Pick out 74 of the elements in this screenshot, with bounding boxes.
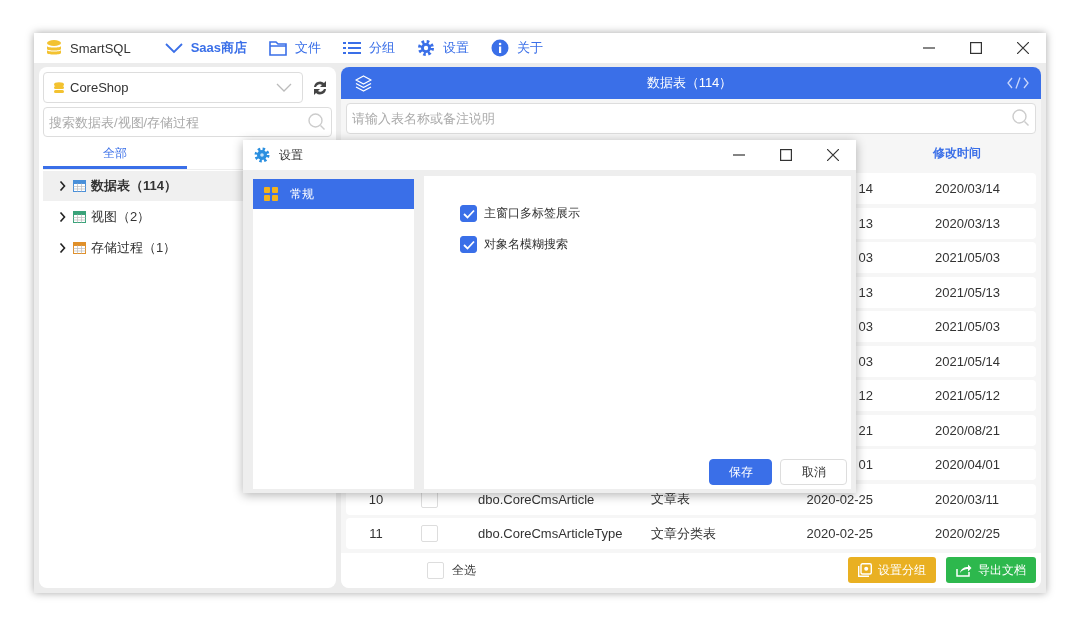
image-icon	[858, 563, 872, 578]
menu-item[interactable]: 分组	[343, 39, 396, 57]
settings-icon	[417, 39, 436, 57]
chevron-down-icon	[276, 83, 292, 92]
share-icon	[956, 563, 972, 578]
table-cell: 03	[858, 250, 873, 265]
checkbox-label: 主窗口多标签展示	[484, 205, 580, 222]
database-select[interactable]: CoreShop	[43, 72, 303, 103]
checkbox[interactable]	[460, 236, 477, 253]
close-icon[interactable]	[1016, 42, 1029, 54]
table-cell: 2020/03/11	[935, 491, 1000, 507]
chevron-icon	[59, 243, 67, 253]
table-cell: 2020/03/13	[935, 215, 1001, 231]
table-cell: 2021/05/14	[935, 353, 1001, 369]
table-cell: 2020/04/01	[935, 457, 1001, 472]
layers-icon	[355, 74, 372, 92]
checkbox-label: 全选	[452, 561, 476, 579]
table-cell: 2020/02/25	[935, 526, 1001, 541]
search-icon	[308, 113, 326, 131]
column-header[interactable]: 修改时间	[933, 145, 1036, 162]
table-cell: 文章表	[651, 491, 690, 506]
chevron-down-icon	[164, 41, 183, 55]
menu-item[interactable]: Saas商店	[164, 39, 248, 57]
action-button[interactable]: 导出文档	[946, 557, 1036, 584]
table-cell: 2020-02-25	[806, 491, 873, 507]
table-cell: 01	[858, 457, 873, 472]
nav-item[interactable]: 常规	[253, 179, 414, 209]
close-icon[interactable]	[826, 149, 839, 161]
table-cell: 03	[858, 353, 873, 369]
code-icon[interactable]	[1007, 77, 1029, 89]
table-cell: 13	[858, 284, 873, 300]
table-cell: 2020/08/21	[935, 422, 1001, 438]
table-cell: 2020/03/14	[935, 181, 1001, 196]
checkbox[interactable]	[460, 205, 477, 222]
table-cell: 12	[858, 388, 873, 403]
table-cell: 2021/05/12	[935, 388, 1001, 403]
table-cell: 2021/05/13	[935, 284, 1001, 300]
database-icon	[54, 82, 64, 93]
row-number: 10	[368, 491, 384, 507]
table-cell: dbo.CoreCmsArticle	[478, 491, 595, 507]
search-field[interactable]: 请输入表名称或备注说明	[346, 103, 1036, 134]
panel-title: 数据表（114）	[645, 74, 734, 92]
table-cell: 2021/05/03	[935, 250, 1001, 265]
table-cell: dbo.CoreCmsArticleType	[478, 526, 623, 541]
grid-icon	[264, 187, 278, 201]
maximize-icon[interactable]	[779, 149, 792, 161]
logo-icon	[44, 39, 64, 57]
table-cell: 13	[858, 215, 873, 231]
table-cell: 21	[858, 422, 873, 438]
chevron-icon	[59, 181, 67, 191]
table-row[interactable]: 11 dbo.CoreCmsArticleType 文章分类表 2020-02-25 2020/02/25	[346, 518, 1036, 549]
info-icon	[491, 39, 510, 57]
search-icon	[1012, 109, 1030, 127]
row-number: 11	[369, 526, 383, 541]
menu-item[interactable]: 文件	[269, 39, 322, 57]
table-cell: 03	[858, 319, 873, 334]
tree-item[interactable]: 存储过程（1）	[43, 233, 332, 263]
settings-icon	[254, 147, 270, 163]
search-field[interactable]: 搜索数据表/视图/存储过程	[43, 107, 332, 137]
table-cell: 2020-02-25	[806, 526, 873, 541]
save-button[interactable]: 保存	[709, 459, 772, 485]
list-icon	[343, 41, 362, 55]
dialog-title: 设置	[279, 146, 303, 164]
menu-item[interactable]: 设置	[417, 39, 470, 57]
folder-icon	[269, 40, 288, 56]
cancel-button[interactable]: 取消	[780, 459, 847, 485]
maximize-icon[interactable]	[969, 42, 982, 54]
chevron-icon	[59, 212, 67, 222]
menu-item[interactable]: 关于	[491, 39, 544, 57]
table-cell: 文章分类表	[651, 525, 716, 541]
app-name: SmartSQL	[70, 40, 131, 56]
checkbox-label: 对象名模糊搜索	[484, 236, 568, 253]
table-cell: 2021/05/03	[935, 319, 1001, 334]
table-cell: 14	[858, 181, 873, 196]
